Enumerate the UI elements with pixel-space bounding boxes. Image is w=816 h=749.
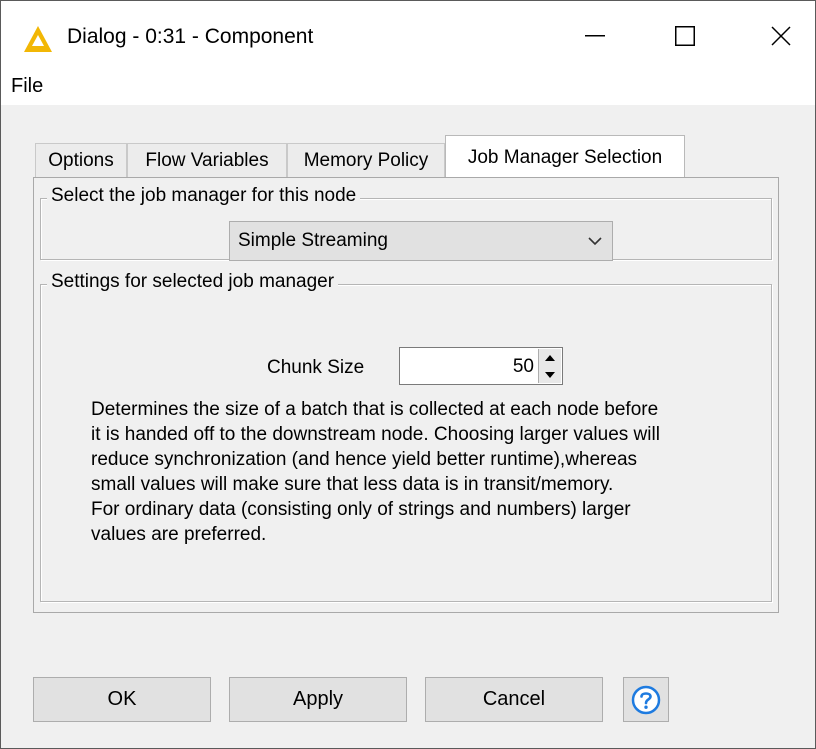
job-manager-legend: Select the job manager for this node: [47, 185, 361, 207]
tab-memory-policy[interactable]: Memory Policy: [287, 143, 445, 177]
settings-group: Settings for selected job manager Chunk …: [40, 271, 772, 602]
knime-triangle-icon: [24, 26, 52, 52]
tab-job-manager-selection[interactable]: Job Manager Selection: [445, 135, 685, 179]
chunk-size-value[interactable]: 50: [513, 356, 534, 378]
apply-button[interactable]: Apply: [229, 677, 407, 722]
window-title: Dialog - 0:31 - Component: [67, 25, 314, 48]
description-line: it is handed off to the downstream node.…: [91, 424, 660, 445]
job-manager-dropdown[interactable]: Simple Streaming: [229, 221, 613, 261]
chevron-down-icon: [588, 237, 602, 246]
triangle-up-icon: [545, 354, 555, 361]
menu-file[interactable]: File: [11, 75, 43, 98]
tab-flow-variables[interactable]: Flow Variables: [127, 143, 287, 177]
cancel-button[interactable]: Cancel: [425, 677, 603, 722]
job-manager-selected: Simple Streaming: [238, 230, 388, 251]
close-button[interactable]: [747, 1, 815, 71]
settings-legend: Settings for selected job manager: [47, 271, 339, 293]
help-button[interactable]: [623, 677, 669, 722]
description-line: reduce synchronization (and hence yield …: [91, 449, 638, 470]
tab-options[interactable]: Options: [35, 143, 127, 177]
description-line: values are preferred.: [91, 524, 267, 545]
minimize-icon: [585, 35, 605, 37]
chunk-size-label: Chunk Size: [267, 357, 365, 378]
minimize-button[interactable]: [561, 1, 629, 71]
maximize-icon: [675, 26, 695, 46]
maximize-button[interactable]: [651, 1, 719, 71]
close-icon: [771, 26, 791, 46]
description-line: For ordinary data (consisting only of st…: [91, 499, 631, 520]
spinner-up-button[interactable]: [538, 349, 561, 367]
tab-content-panel: Select the job manager for this node Sim…: [33, 177, 779, 613]
spinner-down-button[interactable]: [538, 366, 561, 383]
title-bar[interactable]: Dialog - 0:31 - Component: [1, 1, 815, 71]
description-line: Determines the size of a batch that is c…: [91, 399, 659, 420]
description-line: small values will make sure that less da…: [91, 474, 614, 495]
menu-bar: File: [1, 71, 815, 105]
chunk-size-description: Determines the size of a batch that is c…: [91, 397, 751, 547]
job-manager-group: Select the job manager for this node Sim…: [40, 185, 772, 261]
chunk-size-spinner[interactable]: 50: [399, 347, 563, 385]
triangle-down-icon: [545, 371, 555, 378]
dialog-window: Dialog - 0:31 - Component File Options F…: [0, 0, 816, 749]
help-question-icon: [631, 685, 661, 714]
ok-button[interactable]: OK: [33, 677, 211, 722]
